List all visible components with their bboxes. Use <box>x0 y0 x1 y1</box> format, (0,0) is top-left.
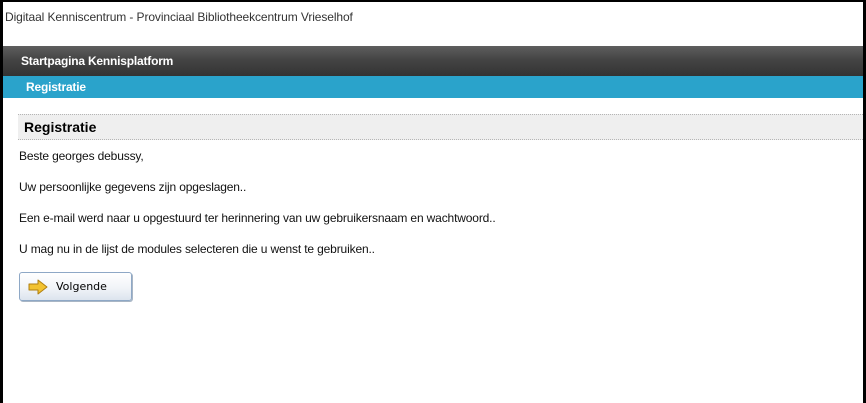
nav-registratie[interactable]: Registratie <box>3 76 863 98</box>
page: Digitaal Kenniscentrum - Provinciaal Bib… <box>3 2 863 403</box>
next-button[interactable]: Volgende <box>19 272 132 301</box>
nav-startpagina[interactable]: Startpagina Kennisplatform <box>3 46 863 76</box>
greeting-text: Beste georges debussy, <box>19 149 144 163</box>
main-content: Registratie Beste georges debussy, Uw pe… <box>3 98 863 301</box>
next-button-label: Volgende <box>56 280 107 293</box>
site-title: Digitaal Kenniscentrum - Provinciaal Bib… <box>5 10 353 24</box>
message-email-sent: Een e-mail werd naar u opgestuurd ter he… <box>19 211 496 225</box>
message-select-modules: U mag nu in de lijst de modules selecter… <box>19 242 375 256</box>
section-title: Registratie <box>18 114 863 140</box>
arrow-right-icon <box>28 279 48 295</box>
message-saved: Uw persoonlijke gegevens zijn opgeslagen… <box>19 180 247 194</box>
